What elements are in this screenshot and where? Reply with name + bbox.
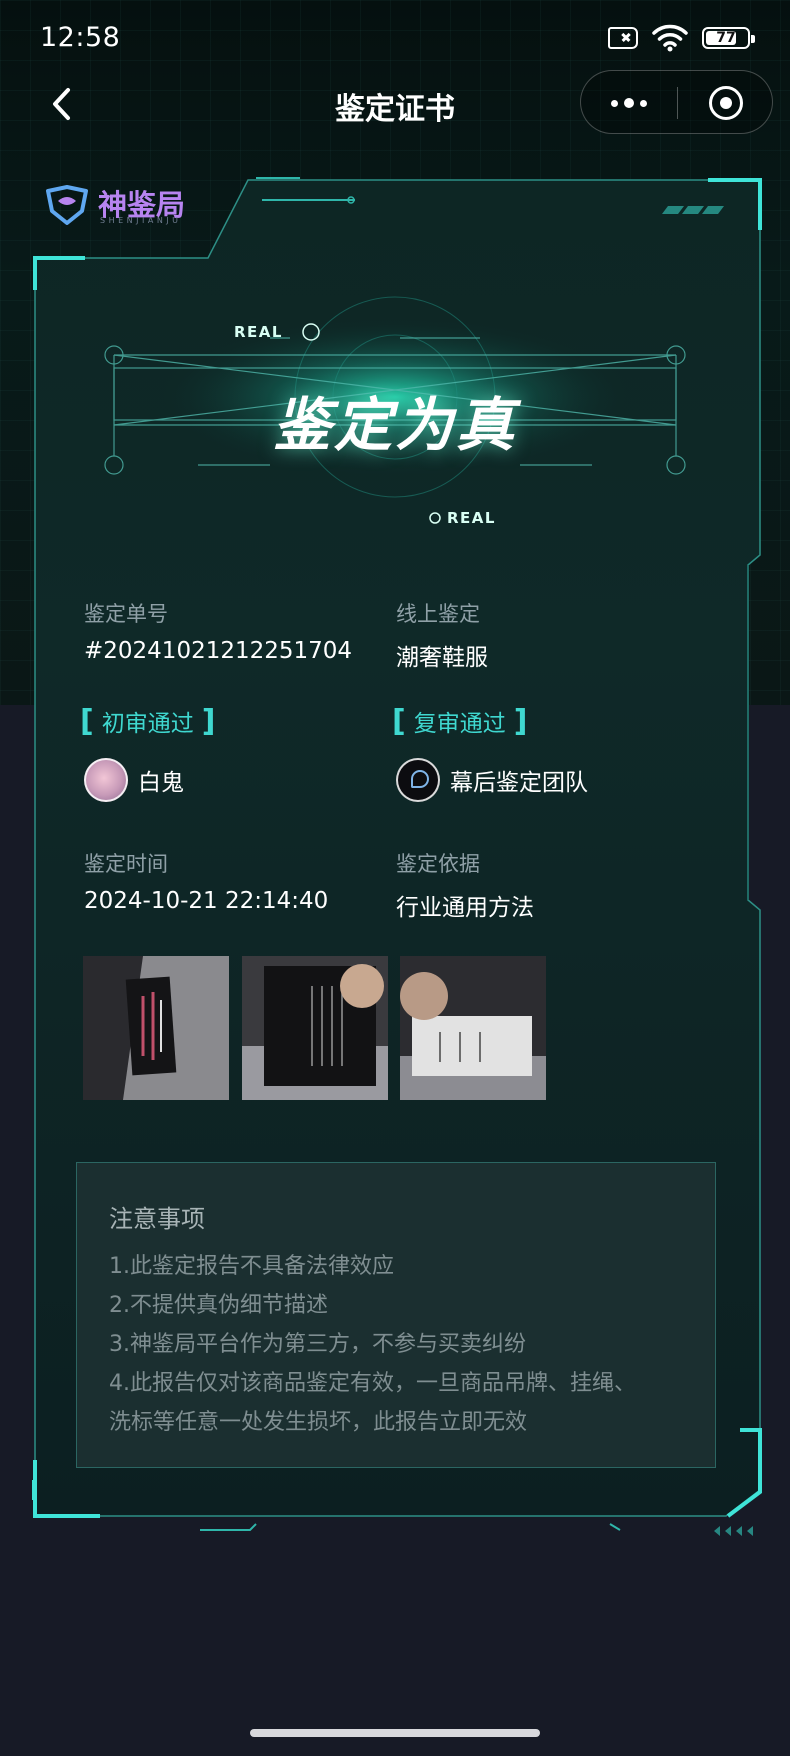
avatar — [84, 758, 128, 802]
second-appraiser: 幕后鉴定团队 — [396, 758, 588, 802]
notice-item: 3.神鉴局平台作为第三方，不参与买卖纠纷 — [109, 1332, 526, 1357]
notice-item: 1.此鉴定报告不具备法律效应 — [109, 1254, 394, 1279]
order-number-label: 鉴定单号 — [84, 602, 168, 626]
notice-item: 2.不提供真伪细节描述 — [109, 1293, 328, 1318]
clothing-tag-image — [400, 956, 546, 1100]
notice-item: 洗标等任意一处发生损坏，此报告立即无效 — [109, 1410, 528, 1435]
more-button[interactable] — [603, 87, 655, 119]
nav-bar: 鉴定证书 — [0, 68, 790, 138]
second-appraiser-name: 幕后鉴定团队 — [450, 770, 588, 796]
brand-subtitle: SHENJIANJU — [100, 216, 182, 225]
battery-level: 77 — [716, 30, 736, 46]
verdict-hero: REAL 鉴定为真 REAL — [100, 280, 690, 540]
first-review-badge: [初审通过] — [80, 703, 216, 739]
capsule-divider — [677, 87, 678, 119]
service-type-label: 线上鉴定 — [396, 602, 480, 626]
appraisal-basis-label: 鉴定依据 — [396, 852, 480, 876]
sim-disabled-icon — [608, 27, 638, 49]
close-miniprogram-button[interactable] — [709, 86, 743, 120]
real-tag-top: REAL — [234, 323, 283, 341]
second-review-badge: [复审通过] — [392, 703, 528, 739]
brand-logo: 神鉴局 SHENJIANJU — [44, 180, 185, 230]
status-time: 12:58 — [40, 22, 121, 53]
notice-list: 1.此鉴定报告不具备法律效应 2.不提供真伪细节描述 3.神鉴局平台作为第三方，… — [109, 1247, 699, 1442]
shield-icon — [46, 185, 88, 225]
notice-title: 注意事项 — [109, 1205, 205, 1233]
appraisal-time-label: 鉴定时间 — [84, 852, 168, 876]
home-indicator[interactable] — [250, 1729, 540, 1737]
order-number-value: #20241021212251704 — [84, 638, 353, 664]
battery-icon: 77 — [702, 27, 755, 49]
notice-item: 4.此报告仅对该商品鉴定有效，一旦商品吊牌、挂绳、 — [109, 1371, 636, 1396]
evidence-photo-1[interactable] — [83, 956, 229, 1100]
clothing-tag-image — [242, 956, 388, 1100]
appraisal-time-value: 2024-10-21 22:14:40 — [84, 888, 329, 914]
notice-box: 注意事项 1.此鉴定报告不具备法律效应 2.不提供真伪细节描述 3.神鉴局平台作… — [76, 1162, 716, 1468]
service-type-value: 潮奢鞋服 — [396, 645, 488, 671]
verdict-title: 鉴定为真 — [272, 391, 517, 459]
wifi-icon — [652, 24, 688, 52]
clothing-tag-image — [83, 956, 229, 1100]
evidence-photo-3[interactable] — [400, 956, 546, 1100]
first-appraiser-name: 白鬼 — [138, 770, 184, 796]
second-review-label: 复审通过 — [413, 711, 506, 737]
appraisal-basis-value: 行业通用方法 — [396, 895, 534, 921]
real-tag-bottom: REAL — [447, 509, 496, 527]
status-icons: 77 — [608, 24, 755, 52]
first-review-label: 初审通过 — [101, 711, 194, 737]
avatar — [396, 758, 440, 802]
first-appraiser: 白鬼 — [84, 758, 184, 802]
miniprogram-capsule — [580, 70, 773, 134]
evidence-photo-2[interactable] — [242, 956, 388, 1100]
